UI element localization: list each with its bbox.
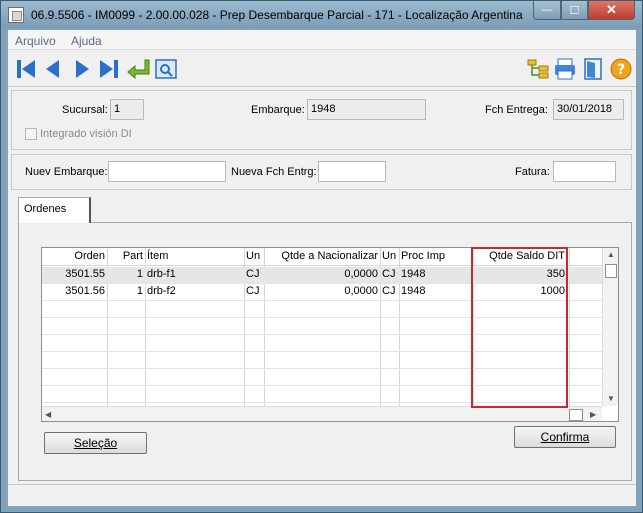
print-icon[interactable] [553,57,577,81]
status-bar [8,484,636,506]
previous-record-icon[interactable] [41,57,65,81]
nueva-fch-input[interactable] [318,161,386,182]
nuev-embarque-input[interactable] [108,161,226,182]
selecao-button[interactable]: Seleção [44,432,147,454]
integrado-label: Integrado visión DI [40,128,132,140]
horizontal-scrollbar[interactable]: ◀ ▶ [42,406,602,421]
fatura-input[interactable] [553,161,616,182]
horizontal-scroll-thumb[interactable] [569,409,583,421]
col-header-qtde-nacionalizar[interactable]: Qtde a Nacionalizar [264,248,380,266]
col-header-part[interactable]: Part [107,248,145,266]
cell-item: drb-f1 [147,268,176,280]
header-panel: Sucursal: 1 Embarque: 1948 Fch Entrega: … [11,90,632,150]
vertical-scrollbar[interactable]: ▲ ▼ [602,248,618,406]
menu-arquivo[interactable]: Arquivo [15,34,56,48]
app-window: 06.9.5506 - IM0099 - 2.00.00.028 - Prep … [0,0,643,513]
cell-un: CJ [246,268,260,280]
cell-un: CJ [246,285,260,297]
next-record-icon[interactable] [70,57,94,81]
window-title: 06.9.5506 - IM0099 - 2.00.00.028 - Prep … [31,8,523,22]
minimize-icon: — [541,4,553,16]
cell-orden: 3501.55 [65,268,105,280]
cell-part: 1 [136,268,143,280]
client-area: Arquivo Ajuda ? Sucursal: 1 Embarque: 19… [7,29,637,507]
svg-text:?: ? [617,62,625,78]
cell-qtde-nacionalizar: 0,0000 [344,285,378,297]
exit-icon[interactable] [581,57,605,81]
structure-icon[interactable] [526,57,550,81]
integrado-checkbox[interactable] [25,128,37,140]
last-record-icon[interactable] [97,57,121,81]
title-bar[interactable]: 06.9.5506 - IM0099 - 2.00.00.028 - Prep … [1,1,642,28]
menu-bar: Arquivo Ajuda [8,30,636,50]
scroll-down-icon[interactable]: ▼ [607,394,615,403]
scroll-up-icon[interactable]: ▲ [607,250,615,259]
vertical-scroll-thumb[interactable] [605,264,617,278]
scroll-left-icon[interactable]: ◀ [45,410,51,419]
scroll-right-icon[interactable]: ▶ [590,410,596,419]
zoom-icon[interactable] [154,57,178,81]
sucursal-field: 1 [110,99,144,120]
minimize-button[interactable]: — [533,1,561,20]
embarque-field: 1948 [307,99,426,120]
embarque-label: Embarque: [251,104,305,116]
cell-part: 1 [136,285,143,297]
first-record-icon[interactable] [14,57,38,81]
cell-item: drb-f2 [147,285,176,297]
new-shipment-panel: Nuev Embarque: Nueva Fch Entrg: Fatura: [11,154,632,190]
maximize-icon: ☐ [569,4,580,17]
cell-proc-imp: 1948 [401,268,426,280]
sucursal-label: Sucursal: [62,104,108,116]
maximize-button[interactable]: ☐ [561,1,588,20]
col-header-un-2[interactable]: Un [380,248,399,266]
cell-orden: 3501.56 [65,285,105,297]
app-icon [8,7,24,23]
cell-un-2: CJ [382,285,396,297]
help-icon[interactable]: ? [609,57,633,81]
col-header-item[interactable]: Ítem [145,248,244,266]
cell-un-2: CJ [382,268,396,280]
fatura-label: Fatura: [515,166,550,178]
col-header-un[interactable]: Un [244,248,264,266]
confirma-button[interactable]: Confirma [514,426,616,448]
toolbar: ? [8,51,636,87]
col-header-proc-imp[interactable]: Proc Imp [399,248,473,266]
col-header-orden[interactable]: Orden [42,248,107,266]
close-icon: ✕ [606,2,617,17]
return-icon[interactable] [126,57,150,81]
menu-ajuda[interactable]: Ajuda [71,34,102,48]
cell-qtde-nacionalizar: 0,0000 [344,268,378,280]
nuev-embarque-label: Nuev Embarque: [25,166,108,178]
tab-ordenes[interactable]: Ordenes [18,197,91,223]
close-button[interactable]: ✕ [588,1,635,20]
fch-entrega-label: Fch Entrega: [485,104,548,116]
nueva-fch-label: Nueva Fch Entrg: [231,166,317,178]
highlight-box [471,247,568,408]
fch-entrega-field: 30/01/2018 [553,99,624,120]
cell-proc-imp: 1948 [401,285,426,297]
